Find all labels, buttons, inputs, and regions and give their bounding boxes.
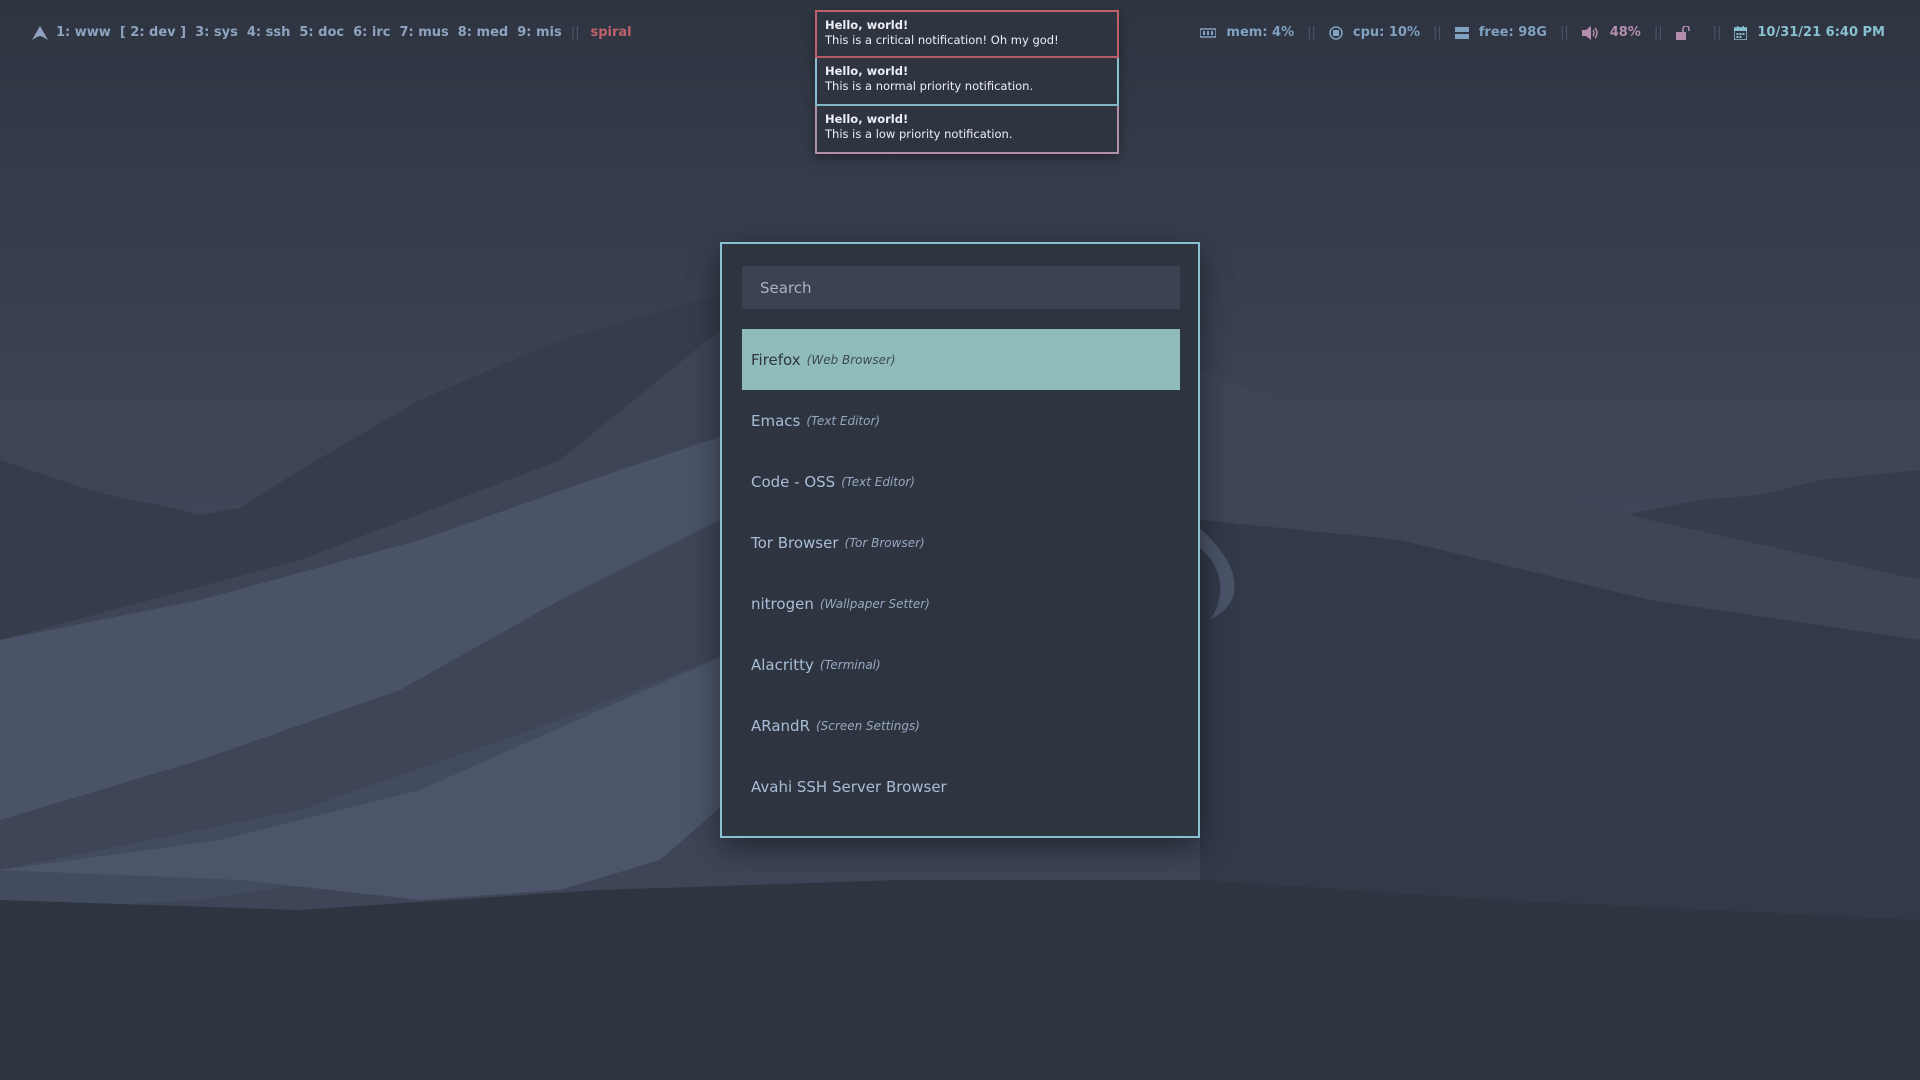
- notification-title: Hello, world!: [825, 18, 909, 32]
- result-item-alacritty[interactable]: Alacritty (Terminal): [742, 634, 1180, 695]
- result-description: (Terminal): [819, 657, 881, 672]
- separator: ||: [1559, 25, 1569, 40]
- datetime-module[interactable]: 10/31/21 6:40 PM: [1734, 25, 1885, 40]
- workspace-list: 1: www [ 2: dev ] 3: sys 4: ssh 5: doc 6…: [32, 25, 632, 40]
- result-item-code-oss[interactable]: Code - OSS (Text Editor): [742, 451, 1180, 512]
- workspace-3[interactable]: 3: sys: [195, 25, 238, 40]
- result-description: (Text Editor): [841, 474, 915, 489]
- disk-value: free: 98G: [1478, 25, 1547, 40]
- result-name: Emacs: [751, 411, 801, 430]
- disk-module: free: 98G: [1454, 25, 1547, 40]
- volume-module[interactable]: 48%: [1581, 25, 1641, 40]
- notification-critical[interactable]: Hello, world! This is a critical notific…: [815, 10, 1119, 58]
- app-launcher: Firefox (Web Browser) Emacs (Text Editor…: [720, 242, 1200, 838]
- result-description: (Screen Settings): [816, 718, 920, 733]
- workspace-9[interactable]: 9: mis: [517, 25, 562, 40]
- separator: ||: [1712, 25, 1722, 40]
- notification-low[interactable]: Hello, world! This is a low priority not…: [815, 106, 1119, 154]
- separator: ||: [570, 25, 580, 40]
- notification-title: Hello, world!: [825, 64, 909, 78]
- result-item-firefox[interactable]: Firefox (Web Browser): [742, 329, 1180, 390]
- result-list: Firefox (Web Browser) Emacs (Text Editor…: [742, 329, 1180, 817]
- search-input[interactable]: [742, 266, 1180, 309]
- result-name: nitrogen: [751, 594, 814, 613]
- layout-name[interactable]: spiral: [590, 25, 631, 40]
- workspace-2-active[interactable]: [ 2: dev ]: [120, 25, 186, 40]
- arch-logo-icon: [32, 25, 48, 40]
- result-item-nitrogen[interactable]: nitrogen (Wallpaper Setter): [742, 573, 1180, 634]
- separator: ||: [1653, 25, 1663, 40]
- unlock-icon: [1675, 25, 1690, 40]
- cpu-icon: [1329, 25, 1343, 40]
- result-description: (Tor Browser): [844, 535, 925, 550]
- notification-title: Hello, world!: [825, 112, 909, 126]
- result-name: ARandR: [751, 716, 810, 735]
- workspace-4[interactable]: 4: ssh: [247, 25, 291, 40]
- result-item-arandr[interactable]: ARandR (Screen Settings): [742, 695, 1180, 756]
- lock-module[interactable]: [1675, 25, 1700, 40]
- workspace-6[interactable]: 6: irc: [353, 25, 390, 40]
- notification-body: This is a low priority notification.: [825, 127, 1013, 141]
- result-name: Code - OSS: [751, 472, 836, 491]
- separator: ||: [1307, 25, 1316, 40]
- cpu-value: cpu: 10%: [1352, 25, 1420, 40]
- desktop: 1: www [ 2: dev ] 3: sys 4: ssh 5: doc 6…: [0, 0, 1920, 1080]
- result-item-avahi-ssh[interactable]: Avahi SSH Server Browser: [742, 756, 1180, 817]
- result-name: Firefox: [751, 350, 801, 369]
- calendar-icon: [1734, 25, 1748, 40]
- cpu-module: cpu: 10%: [1329, 25, 1420, 40]
- result-description: (Web Browser): [806, 352, 896, 367]
- result-description: (Text Editor): [806, 413, 881, 428]
- result-name: Avahi SSH Server Browser: [751, 777, 947, 796]
- separator: ||: [1433, 25, 1442, 40]
- notification-normal[interactable]: Hello, world! This is a normal priority …: [815, 58, 1119, 106]
- result-name: Alacritty: [751, 655, 814, 674]
- memory-icon: [1200, 27, 1217, 38]
- workspace-8[interactable]: 8: med: [458, 25, 508, 40]
- workspace-7[interactable]: 7: mus: [399, 25, 448, 40]
- volume-value: 48%: [1609, 25, 1641, 40]
- notification-stack: Hello, world! This is a critical notific…: [815, 10, 1119, 154]
- memory-value: mem: 4%: [1226, 25, 1295, 40]
- status-modules: mem: 4% || cpu: 10% || free: 98G || 48% …: [1200, 25, 1885, 40]
- notification-body: This is a critical notification! Oh my g…: [825, 33, 1059, 47]
- workspace-5[interactable]: 5: doc: [299, 25, 344, 40]
- result-name: Tor Browser: [751, 533, 839, 552]
- result-description: (Wallpaper Setter): [819, 596, 930, 611]
- disk-icon: [1454, 26, 1469, 39]
- notification-body: This is a normal priority notification.: [825, 79, 1034, 93]
- datetime-value: 10/31/21 6:40 PM: [1757, 25, 1885, 40]
- workspace-1[interactable]: 1: www: [56, 25, 111, 40]
- volume-icon: [1581, 25, 1598, 40]
- result-item-tor-browser[interactable]: Tor Browser (Tor Browser): [742, 512, 1180, 573]
- memory-module: mem: 4%: [1200, 25, 1294, 40]
- result-item-emacs[interactable]: Emacs (Text Editor): [742, 390, 1180, 451]
